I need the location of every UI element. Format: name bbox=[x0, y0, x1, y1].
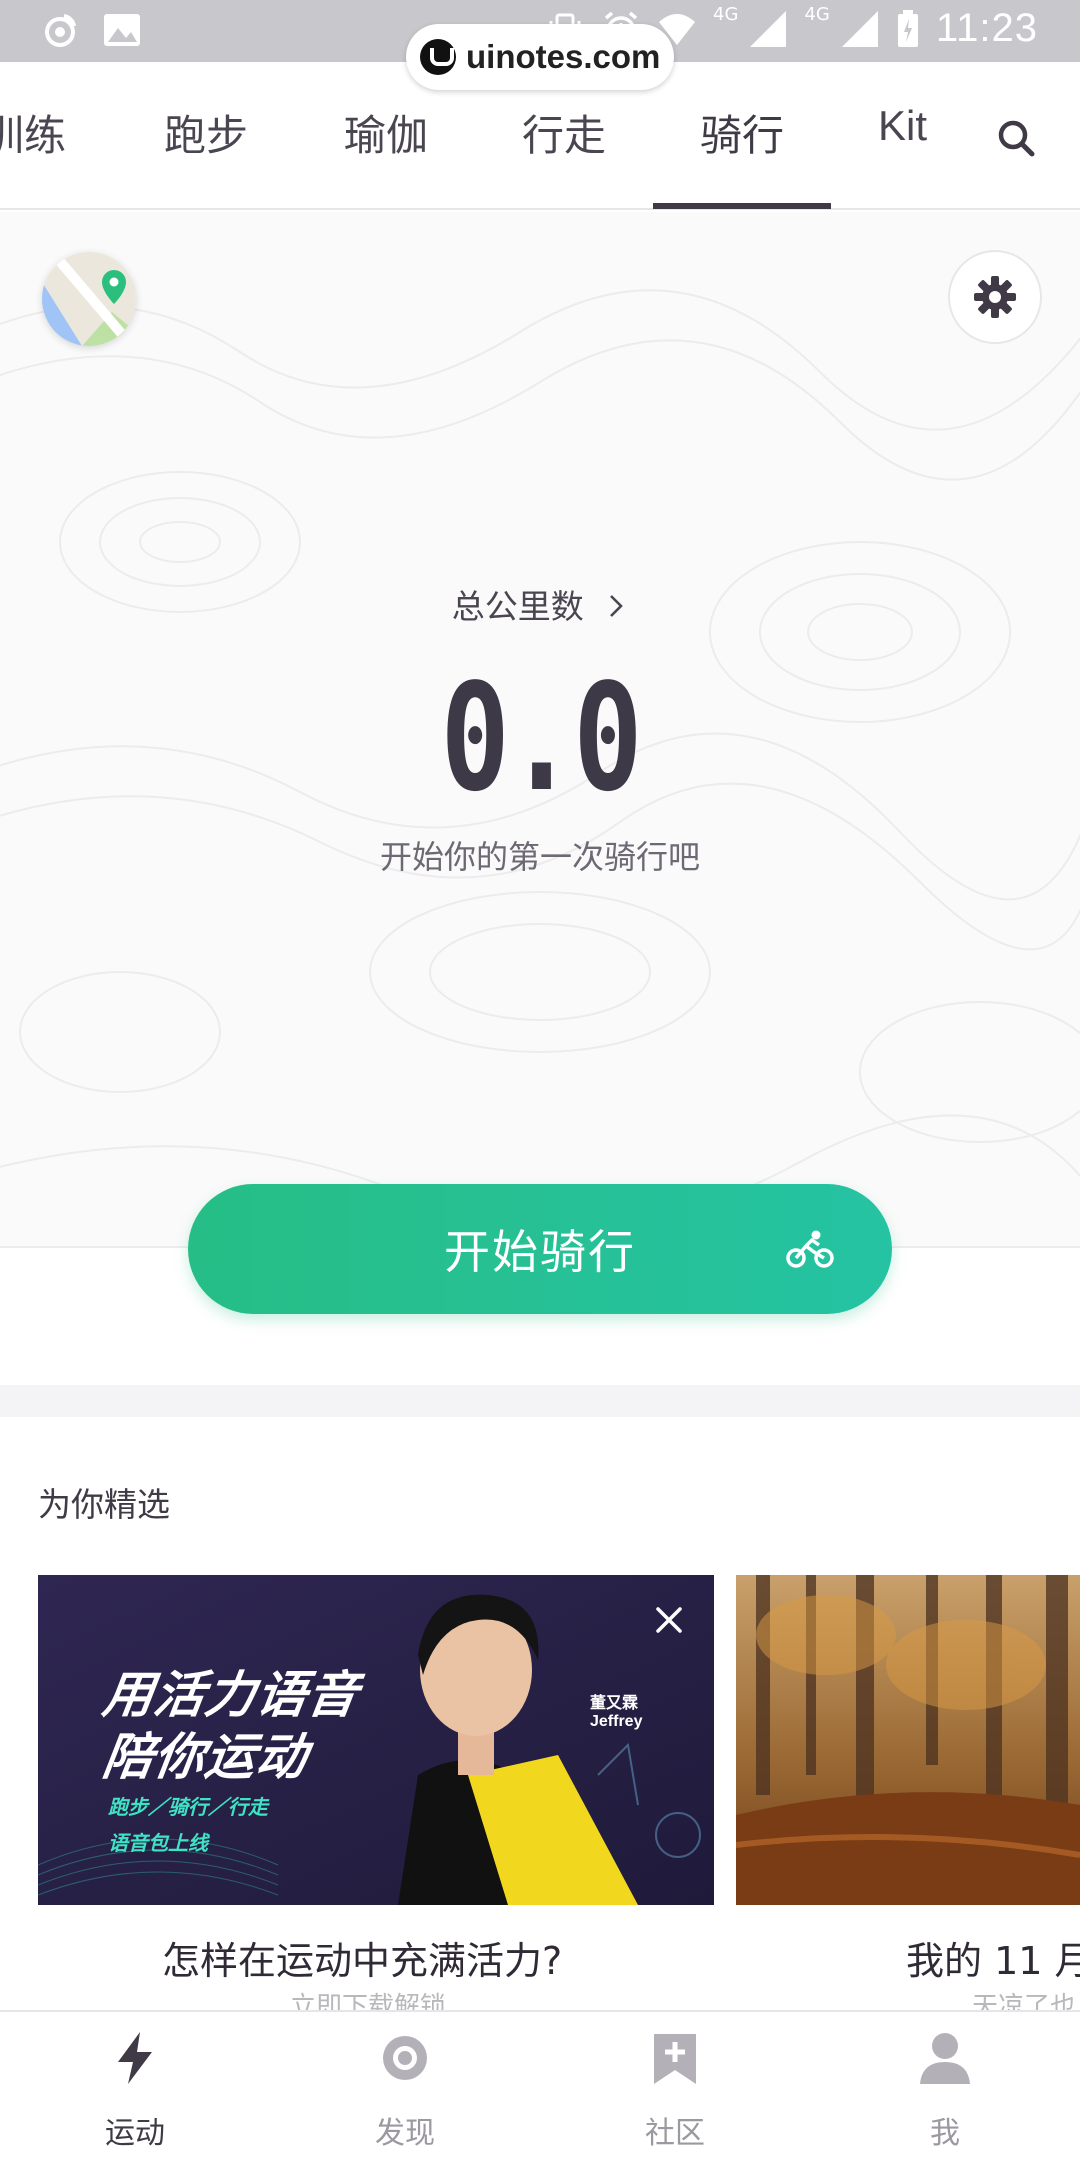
weibo-icon bbox=[45, 14, 76, 47]
cycling-summary-panel: 总公里数 0.0 开始你的第一次骑行吧 bbox=[0, 212, 1080, 1248]
nav-item-me[interactable]: 我 bbox=[810, 2012, 1080, 2160]
tab-kit[interactable]: Kit bbox=[878, 102, 927, 150]
nav-item-discover[interactable]: 发现 bbox=[270, 2012, 540, 2160]
section-divider bbox=[0, 1385, 1080, 1417]
tab-running[interactable]: 跑步 bbox=[164, 102, 248, 163]
nav-item-community[interactable]: 社区 bbox=[540, 2012, 810, 2160]
signal-icon bbox=[750, 10, 787, 47]
banner-person-english-name: Jeffrey bbox=[590, 1713, 643, 1730]
total-distance-label: 总公里数 bbox=[451, 587, 584, 626]
total-distance-link[interactable]: 总公里数 bbox=[0, 580, 1080, 628]
bike-icon bbox=[786, 1230, 834, 1268]
watermark-logo-icon bbox=[420, 39, 456, 75]
signal-icon bbox=[841, 10, 878, 47]
signal-2-label: 4G bbox=[804, 4, 830, 25]
tab-yoga[interactable]: 瑜伽 bbox=[344, 102, 428, 163]
bottom-navigation: 运动 发现 社区 我 bbox=[0, 2010, 1080, 2160]
tab-training[interactable]: 训练 bbox=[0, 102, 66, 163]
nav-label-me: 我 bbox=[930, 2116, 960, 2151]
start-cycling-button[interactable]: 开始骑行 bbox=[188, 1184, 892, 1314]
map-icon bbox=[42, 252, 136, 346]
battery-icon bbox=[897, 9, 918, 47]
tab-active-indicator bbox=[653, 203, 831, 209]
bookmark-plus-icon bbox=[654, 2034, 696, 2084]
recommended-title: 为你精选 bbox=[38, 1485, 170, 1524]
nav-label-discover: 发现 bbox=[375, 2116, 435, 2151]
tab-cycling[interactable]: 骑行 bbox=[700, 102, 784, 163]
forest-photo bbox=[736, 1575, 1080, 1905]
signal-1-label: 4G bbox=[713, 4, 739, 25]
card-1-title[interactable]: 怎样在运动中充满活力? bbox=[162, 1930, 562, 1985]
gear-icon bbox=[974, 276, 1016, 318]
nav-label-community: 社区 bbox=[645, 2116, 705, 2151]
person-icon bbox=[920, 2033, 970, 2084]
first-ride-prompt: 开始你的第一次骑行吧 bbox=[379, 838, 700, 876]
image-icon bbox=[104, 14, 140, 46]
banner-subline-2: 语音包上线 bbox=[108, 1831, 208, 1855]
tab-walking[interactable]: 行走 bbox=[522, 102, 606, 163]
banner-person-name: 董又霖 bbox=[590, 1693, 639, 1712]
nav-item-sport[interactable]: 运动 bbox=[0, 2012, 270, 2160]
banner-subline-1: 跑步／骑行／行走 bbox=[108, 1795, 268, 1819]
lightning-icon bbox=[118, 2032, 152, 2084]
search-icon[interactable] bbox=[996, 118, 1036, 158]
chevron-right-icon bbox=[610, 595, 624, 617]
recommended-card-voice-pack[interactable]: 用活力语音 陪你运动 跑步／骑行／行走 语音包上线 董又霖 Jeffrey bbox=[38, 1575, 714, 1905]
banner-headline-2: 陪你运动 bbox=[99, 1728, 312, 1786]
watermark-text: uinotes.com bbox=[466, 38, 661, 75]
settings-button[interactable] bbox=[948, 250, 1042, 344]
discover-icon bbox=[383, 2036, 427, 2080]
recommended-card-november[interactable] bbox=[736, 1575, 1080, 1905]
start-cycling-label: 开始骑行 bbox=[444, 1225, 636, 1279]
card-2-title[interactable]: 我的 11 月 bbox=[906, 1930, 1080, 1985]
total-distance-value: 0.0 bbox=[440, 652, 642, 824]
nav-label-sport: 运动 bbox=[105, 2116, 165, 2151]
clock: 11:23 bbox=[935, 6, 1038, 50]
map-button[interactable] bbox=[42, 252, 136, 346]
watermark-badge: uinotes.com bbox=[406, 24, 674, 90]
close-icon[interactable] bbox=[654, 1605, 684, 1635]
